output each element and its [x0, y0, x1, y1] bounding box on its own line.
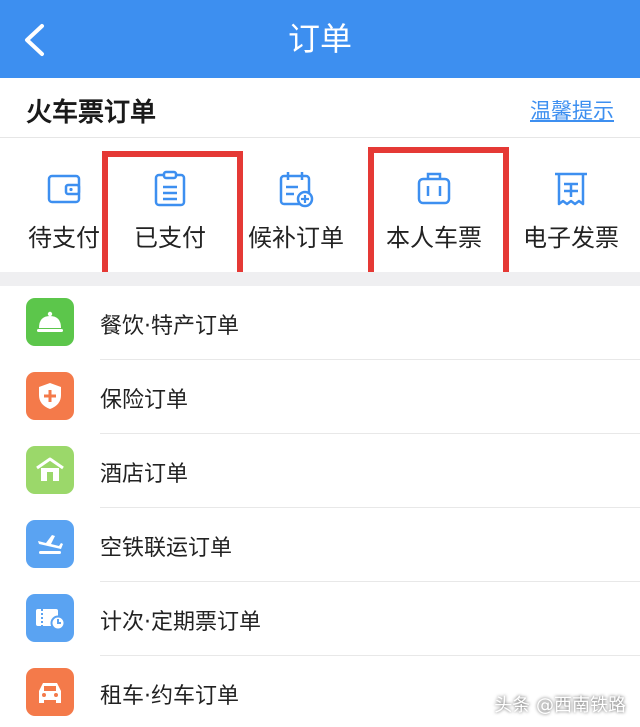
- quick-action-label: 电子发票: [523, 224, 619, 252]
- quick-action-label: 本人车票: [386, 224, 482, 252]
- list-item-label: 空铁联运订单: [100, 536, 233, 561]
- quick-actions: 待支付 已支付 候补订单 本人车票 电子发票: [0, 140, 640, 272]
- calendar-add-icon: [279, 172, 314, 208]
- hotel-icon: [26, 446, 74, 494]
- shield-plus-icon: [26, 372, 74, 420]
- quick-action-label: 候补订单: [248, 224, 344, 252]
- quick-action-paid[interactable]: 已支付: [106, 140, 234, 272]
- list-item-insurance[interactable]: 保险订单: [0, 360, 640, 434]
- watermark: 头条 @西南铁路: [494, 695, 626, 716]
- list-item-label: 餐饮·特产订单: [100, 314, 239, 339]
- list-item-dining-specialty[interactable]: 餐饮·特产订单: [0, 286, 640, 360]
- bell-cloche-icon: [26, 298, 74, 346]
- wallet-icon: [47, 174, 81, 204]
- list-item-pass-ticket[interactable]: 计次·定期票订单: [0, 582, 640, 656]
- train-ticket-section-header: 火车票订单 温馨提示: [0, 78, 640, 138]
- tips-link[interactable]: 温馨提示: [530, 95, 614, 125]
- quick-action-waitlist[interactable]: 候补订单: [232, 140, 360, 272]
- page-title: 订单: [287, 20, 352, 58]
- list-item-air-rail[interactable]: 空铁联运订单: [0, 508, 640, 582]
- plane-train-icon: [26, 520, 74, 568]
- list-item-label: 计次·定期票订单: [100, 610, 261, 635]
- clipboard-icon: [154, 170, 186, 207]
- quick-action-my-tickets[interactable]: 本人车票: [370, 140, 498, 272]
- quick-action-e-invoice[interactable]: 电子发票: [507, 140, 635, 272]
- list-item-label: 保险订单: [100, 388, 189, 413]
- list-item-hotel[interactable]: 酒店订单: [0, 434, 640, 508]
- list-item-label: 租车·约车订单: [100, 684, 239, 709]
- ticket-clock-icon: [26, 594, 74, 642]
- receipt-icon: [555, 172, 587, 206]
- section-title: 火车票订单: [26, 98, 157, 128]
- quick-action-label: 已支付: [134, 224, 206, 252]
- top-bar: 订单: [0, 0, 640, 78]
- luggage-icon: [417, 172, 451, 205]
- section-divider: [0, 272, 640, 286]
- list-item-label: 酒店订单: [100, 462, 189, 487]
- car-icon: [26, 668, 74, 716]
